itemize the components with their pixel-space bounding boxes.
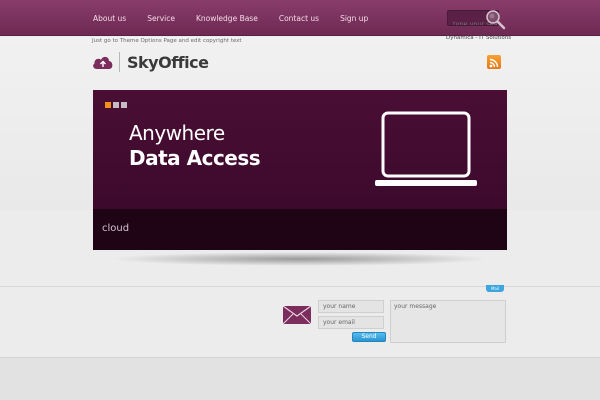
- email-field[interactable]: your email: [318, 316, 384, 329]
- search-icon[interactable]: [484, 8, 506, 30]
- slide-caption: cloud: [102, 223, 130, 234]
- cloud-upload-icon: [93, 56, 113, 69]
- mail-icon: [283, 306, 311, 324]
- main-nav: About us Service Knowledge Base Contact …: [93, 0, 389, 36]
- logo-divider: [119, 52, 120, 72]
- slide-dot-2[interactable]: [113, 102, 119, 108]
- send-button[interactable]: Send: [352, 332, 386, 342]
- slide-caption-bar: cloud: [93, 209, 507, 250]
- name-field[interactable]: your name: [318, 300, 384, 313]
- slider-pagination: [105, 102, 129, 108]
- top-nav-bar: About us Service Knowledge Base Contact …: [0, 0, 600, 36]
- brand-name: SkyOffice: [127, 52, 209, 72]
- laptop-icon: [375, 111, 477, 186]
- hero-headline-line2: Data Access: [129, 146, 261, 170]
- section-divider: [0, 286, 600, 287]
- nav-knowledge-base[interactable]: Knowledge Base: [196, 14, 258, 23]
- nav-service[interactable]: Service: [147, 14, 175, 23]
- nav-sign-up[interactable]: Sign up: [340, 14, 368, 23]
- footer-copyright: Just go to Theme Options Page and edit c…: [92, 38, 242, 44]
- slide-dot-1[interactable]: [105, 102, 111, 108]
- footer-credit[interactable]: Dynamica - IT Solutions: [446, 35, 511, 41]
- message-field[interactable]: your message: [390, 300, 506, 343]
- nav-about-us[interactable]: About us: [93, 14, 126, 23]
- footer: [0, 357, 600, 400]
- logo[interactable]: SkyOffice: [92, 52, 209, 72]
- hero-shadow: [110, 252, 490, 266]
- nav-contact-us[interactable]: Contact us: [279, 14, 319, 23]
- hero-slider: Anywhere Data Access cloud: [93, 90, 507, 250]
- slide-dot-3[interactable]: [121, 102, 127, 108]
- hero-headline-line1: Anywhere: [129, 121, 225, 145]
- contact-tab[interactable]: Mail: [486, 285, 504, 292]
- rss-icon[interactable]: [487, 55, 501, 69]
